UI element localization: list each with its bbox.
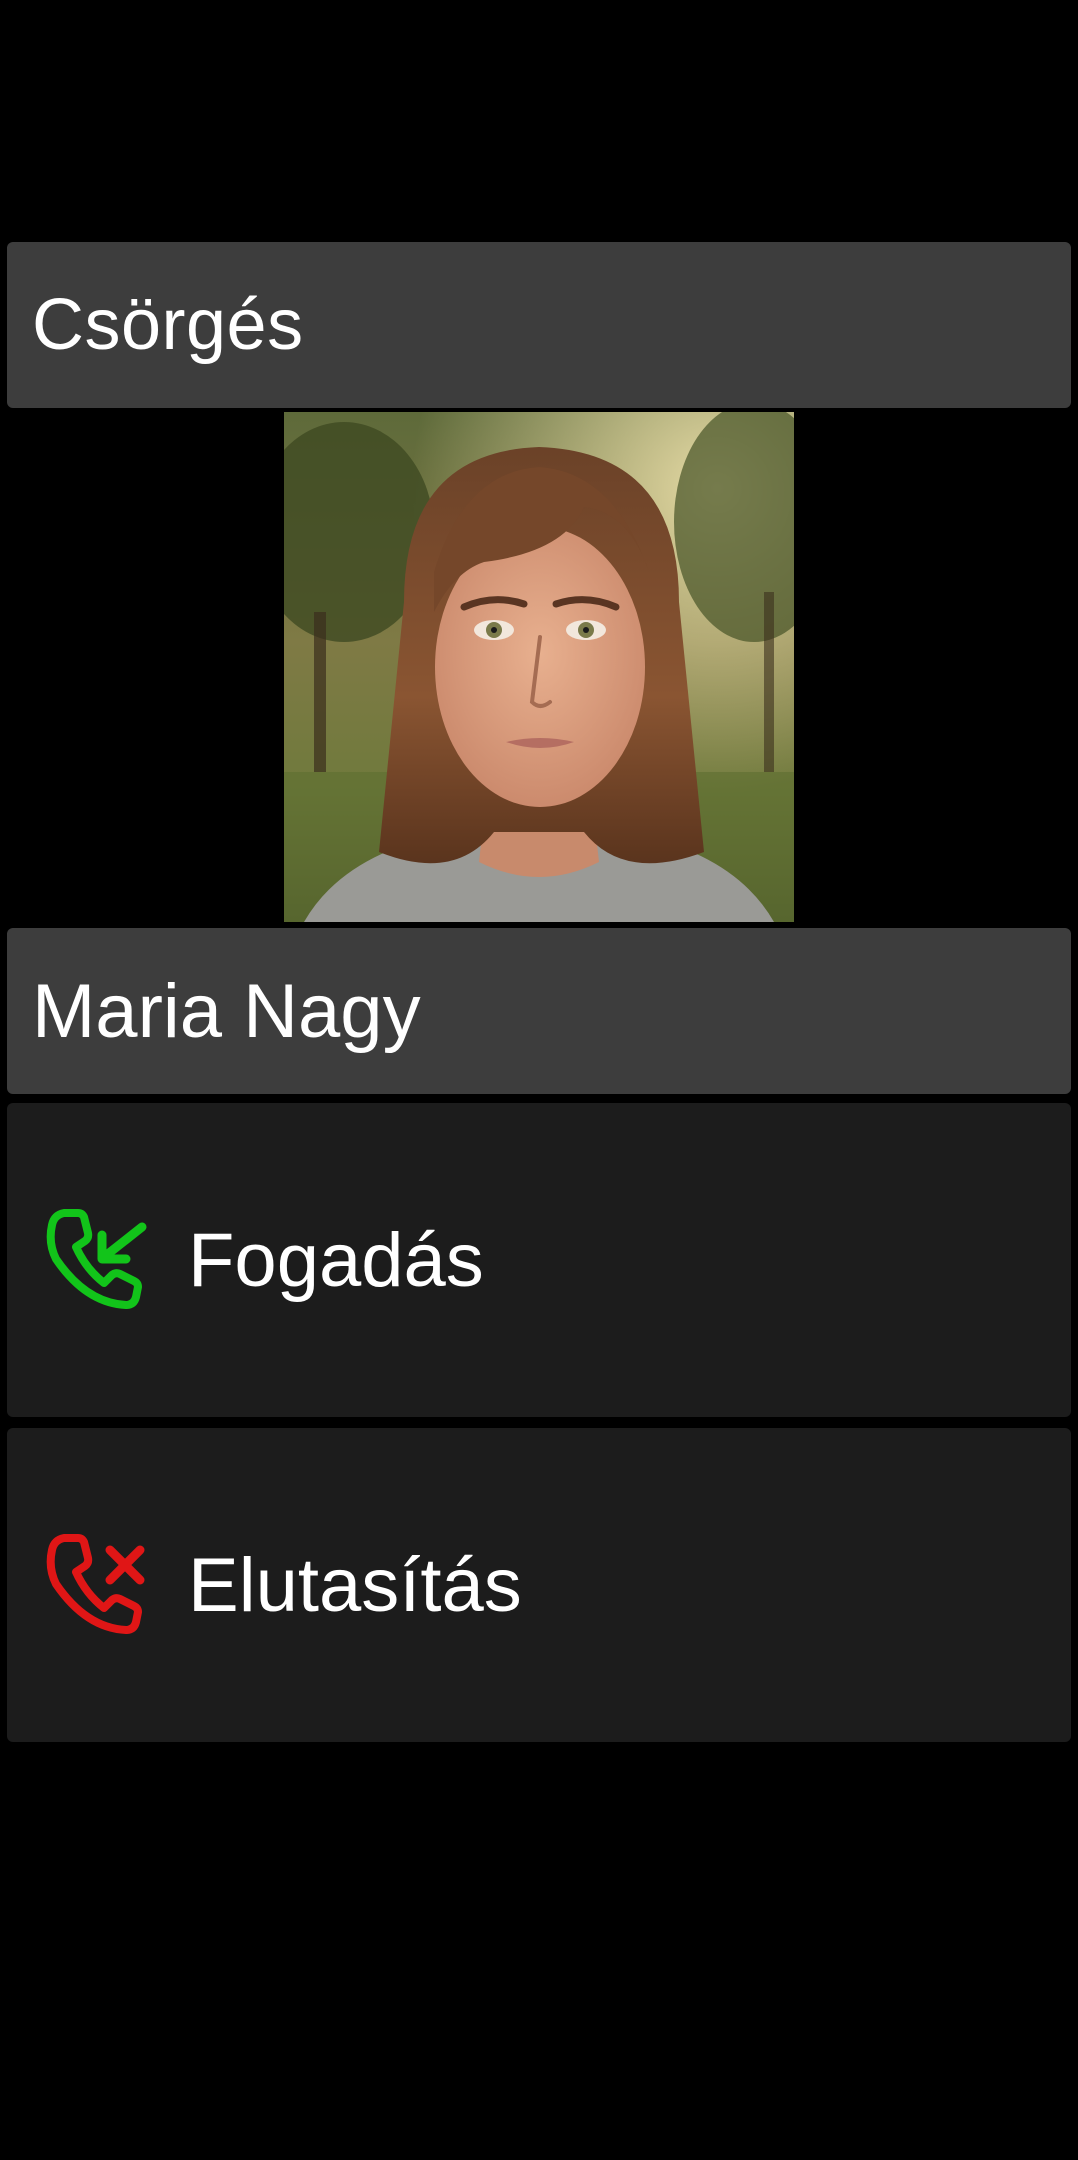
phone-incoming-icon (42, 1205, 152, 1315)
caller-name: Maria Nagy (32, 968, 421, 1054)
caller-name-bar: Maria Nagy (7, 928, 1071, 1094)
reject-call-label: Elutasítás (188, 1542, 522, 1628)
accept-call-button[interactable]: Fogadás (7, 1103, 1071, 1417)
caller-photo (284, 412, 794, 922)
phone-reject-icon (42, 1530, 152, 1640)
call-status-title: Csörgés (32, 285, 304, 365)
call-status-header: Csörgés (7, 242, 1071, 408)
reject-call-button[interactable]: Elutasítás (7, 1428, 1071, 1742)
accept-call-label: Fogadás (188, 1217, 484, 1303)
